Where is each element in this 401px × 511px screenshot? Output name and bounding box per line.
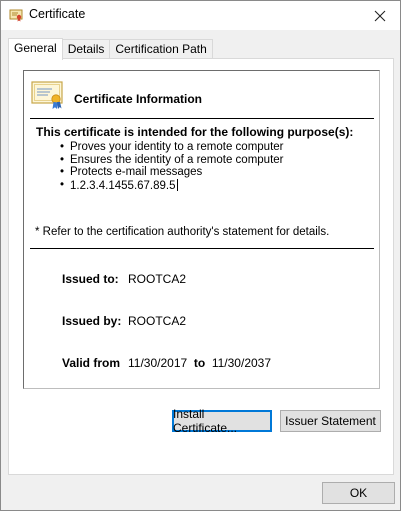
issued-to-row: Issued to: ROOTCA2 [62, 272, 186, 286]
list-item[interactable]: 1.2.3.4.1455.67.89.5 [60, 179, 284, 193]
window-title: Certificate [29, 7, 86, 21]
tab-details[interactable]: Details [61, 39, 111, 59]
tab-general[interactable]: General [8, 38, 63, 60]
issued-by-label: Issued by: [62, 314, 122, 328]
divider [30, 248, 374, 249]
validity-values: 11/30/2017 to 11/30/2037 [128, 356, 271, 370]
list-item: Ensures the identity of a remote compute… [60, 154, 284, 167]
certificate-dialog: Certificate General Details Certificatio… [0, 0, 401, 511]
certificate-icon [31, 81, 63, 109]
valid-to-label: to [193, 356, 206, 370]
ok-button[interactable]: OK [322, 482, 395, 504]
list-item-text: 1.2.3.4.1455.67.89.5 [70, 180, 176, 193]
issued-by-row: Issued by: ROOTCA2 [62, 314, 186, 328]
valid-from-value: 11/30/2017 [128, 356, 188, 370]
valid-from-label: Valid from [62, 356, 121, 370]
certificate-information-box: Certificate Information This certificate… [23, 70, 380, 389]
tab-strip: General Details Certification Path [8, 38, 213, 60]
purpose-list: Proves your identity to a remote compute… [60, 141, 284, 193]
list-item: Proves your identity to a remote compute… [60, 141, 284, 154]
text-caret [176, 179, 178, 192]
close-icon [374, 10, 386, 21]
certificate-icon [9, 9, 23, 22]
list-item: Protects e-mail messages [60, 166, 284, 179]
title-bar: Certificate [1, 1, 400, 30]
close-button[interactable] [360, 1, 400, 30]
issued-to-value: ROOTCA2 [128, 272, 187, 286]
issued-by-value: ROOTCA2 [128, 314, 187, 328]
certificate-information-heading: Certificate Information [74, 92, 203, 106]
divider [30, 118, 374, 119]
general-tab-panel: Certificate Information This certificate… [8, 58, 394, 475]
issuer-statement-button[interactable]: Issuer Statement [280, 410, 381, 432]
tab-certification-path[interactable]: Certification Path [109, 39, 213, 59]
refer-note: * Refer to the certification authority's… [35, 226, 330, 238]
issued-to-label: Issued to: [62, 272, 119, 286]
purposes-heading: This certificate is intended for the fol… [36, 125, 354, 139]
install-certificate-button[interactable]: Install Certificate... [172, 407, 272, 435]
valid-to-value: 11/30/2037 [211, 356, 272, 370]
validity-row: Valid from 11/30/2017 to 11/30/2037 [62, 356, 271, 370]
